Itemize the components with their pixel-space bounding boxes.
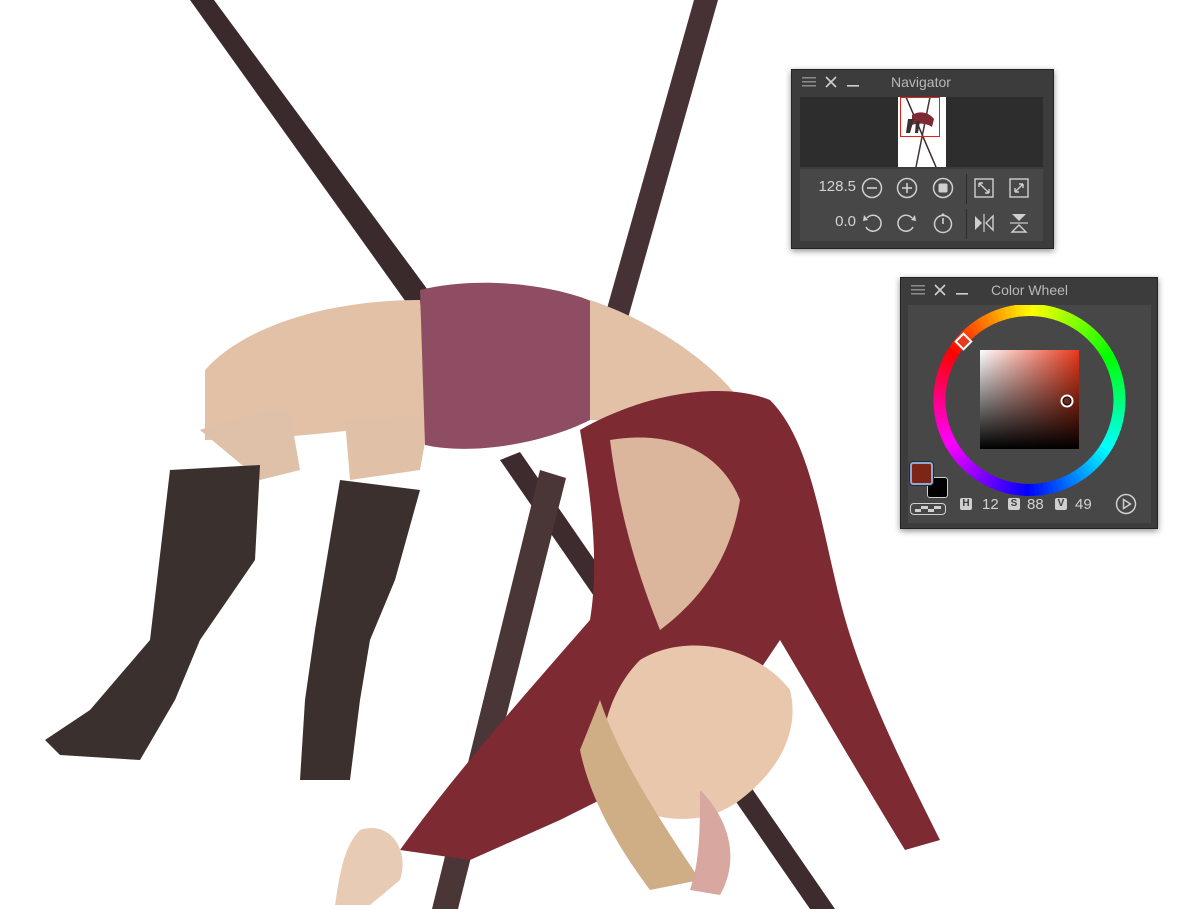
close-icon[interactable] — [932, 278, 948, 302]
menu-icon[interactable] — [910, 278, 926, 302]
navigator-panel: Navigator 128.5 0.0 — [791, 69, 1054, 249]
reset-rotation-icon[interactable] — [931, 211, 955, 235]
panel-title: Color Wheel — [991, 282, 1069, 298]
value-value[interactable]: 49 — [1075, 496, 1092, 513]
zoom-in-icon[interactable] — [895, 176, 919, 200]
hue-value[interactable]: 12 — [982, 496, 1004, 513]
color-wheel-panel: Color Wheel H 12 S 88 V 49 — [900, 277, 1158, 529]
hsv-readout: H 12 S 88 V 49 — [960, 494, 1092, 514]
navigator-controls: 128.5 0.0 — [800, 169, 1043, 241]
view-rectangle[interactable] — [900, 97, 940, 137]
canvas-thumbnail — [898, 97, 946, 167]
color-wheel-body: H 12 S 88 V 49 — [908, 305, 1151, 523]
rotate-right-icon[interactable] — [895, 211, 919, 235]
value-label: V — [1055, 498, 1067, 510]
pole-back — [190, 0, 450, 330]
transparent-color-icon[interactable] — [910, 503, 946, 515]
actual-size-icon[interactable] — [931, 176, 955, 200]
figure-illustration — [45, 282, 940, 905]
menu-icon[interactable] — [801, 70, 817, 94]
separator — [966, 174, 967, 204]
main-color-swatch[interactable] — [910, 462, 933, 485]
saturation-value-square[interactable] — [980, 350, 1079, 449]
zoom-out-icon[interactable] — [860, 176, 884, 200]
close-icon[interactable] — [823, 70, 839, 94]
pole-front — [606, 0, 718, 318]
rotation-value[interactable]: 0.0 — [796, 213, 856, 230]
panel-title: Navigator — [891, 74, 951, 90]
navigator-preview[interactable] — [800, 97, 1043, 167]
minimize-icon[interactable] — [845, 70, 861, 94]
color-wheel-titlebar[interactable]: Color Wheel — [901, 278, 1157, 302]
hue-label: H — [960, 498, 972, 510]
fill-view-icon[interactable] — [1007, 176, 1031, 200]
navigator-titlebar[interactable]: Navigator — [792, 70, 1053, 94]
separator — [966, 209, 967, 239]
saturation-value[interactable]: 88 — [1027, 496, 1049, 513]
zoom-value[interactable]: 128.5 — [796, 178, 856, 195]
fit-to-view-icon[interactable] — [972, 176, 996, 200]
play-icon[interactable] — [1114, 492, 1138, 516]
flip-horizontal-icon[interactable] — [972, 211, 996, 235]
minimize-icon[interactable] — [954, 278, 970, 302]
rotate-left-icon[interactable] — [860, 211, 884, 235]
hue-segment — [1024, 305, 1031, 317]
flip-vertical-icon[interactable] — [1007, 211, 1031, 235]
saturation-label: S — [1008, 498, 1020, 510]
